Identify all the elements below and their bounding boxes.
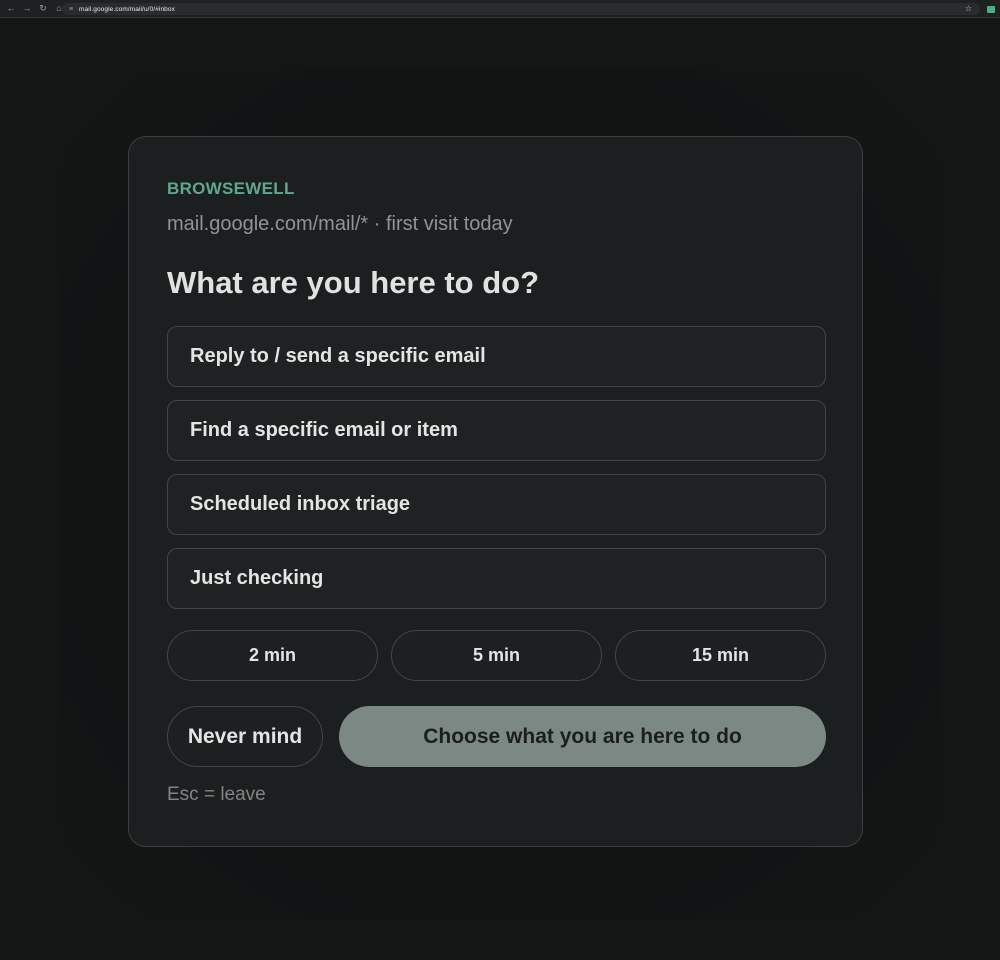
site-subtitle: mail.google.com/mail/* · first visit tod… bbox=[167, 213, 513, 235]
dialog-title: What are you here to do? bbox=[167, 265, 540, 300]
address-bar[interactable]: ≡ mail.google.com/mail/u/0/#inbox ☆ bbox=[62, 3, 980, 15]
duration-options: 2 min 5 min 15 min bbox=[167, 630, 826, 681]
option-just-checking[interactable]: Just checking bbox=[167, 548, 826, 609]
brand-label: BROWSEWELL bbox=[167, 179, 295, 198]
extension-icon[interactable] bbox=[987, 6, 995, 13]
url-text[interactable]: mail.google.com/mail/u/0/#inbox bbox=[79, 6, 175, 13]
arrow-right-icon[interactable]: → bbox=[20, 2, 34, 16]
intent-options: Reply to / send a specific email Find a … bbox=[167, 326, 826, 622]
bookmark-star-icon[interactable]: ☆ bbox=[965, 4, 972, 13]
arrow-left-icon[interactable]: ← bbox=[4, 2, 18, 16]
browser-toolbar: ← → ↻ ⌂ ≡ mail.google.com/mail/u/0/#inbo… bbox=[0, 0, 1000, 18]
choose-intent-button[interactable]: Choose what you are here to do bbox=[339, 706, 826, 767]
reload-icon[interactable]: ↻ bbox=[36, 2, 50, 16]
never-mind-button[interactable]: Never mind bbox=[167, 706, 323, 767]
duration-15-min-button[interactable]: 15 min bbox=[615, 630, 826, 681]
duration-5-min-button[interactable]: 5 min bbox=[391, 630, 602, 681]
duration-2-min-button[interactable]: 2 min bbox=[167, 630, 378, 681]
option-find-email[interactable]: Find a specific email or item bbox=[167, 400, 826, 461]
intent-dialog: BROWSEWELL mail.google.com/mail/* · firs… bbox=[128, 136, 863, 847]
option-inbox-triage[interactable]: Scheduled inbox triage bbox=[167, 474, 826, 535]
option-reply-send[interactable]: Reply to / send a specific email bbox=[167, 326, 826, 387]
escape-hint: Esc = leave bbox=[167, 784, 266, 805]
dialog-actions: Never mind Choose what you are here to d… bbox=[167, 706, 826, 767]
site-info-icon[interactable]: ≡ bbox=[65, 6, 77, 13]
